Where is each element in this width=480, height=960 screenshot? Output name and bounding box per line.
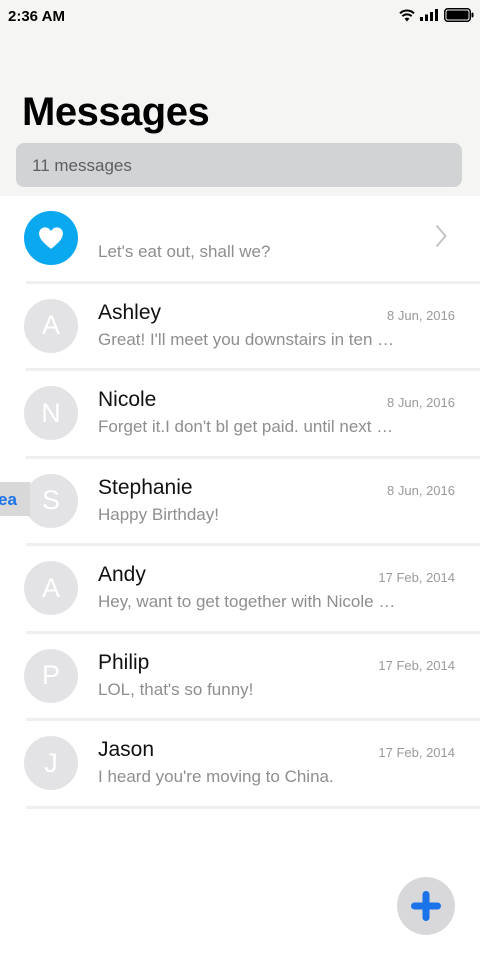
conversation-row[interactable]: N Nicole 8 Jun, 2016 Forget it.I don't b… (0, 371, 480, 459)
plus-icon (411, 891, 441, 921)
avatar: P (24, 648, 78, 703)
wifi-icon (399, 9, 415, 21)
conversation-row[interactable]: S Stephanie 8 Jun, 2016 Happy Birthday! (0, 459, 480, 546)
conversation-row[interactable]: J Jason 17 Feb, 2014 I heard you're movi… (0, 721, 480, 809)
status-bar: 2:36 AM (0, 0, 480, 34)
message-preview: Happy Birthday! (98, 504, 219, 524)
conversation-row[interactable]: A Andy 17 Feb, 2014 Hey, want to get tog… (0, 546, 480, 634)
avatar: J (24, 736, 78, 790)
message-count: 11 messages (32, 156, 132, 175)
message-preview: I heard you're moving to China. (98, 767, 334, 786)
avatar: A (24, 561, 78, 615)
contact-name: Jason (98, 738, 155, 761)
contact-name: Stephanie (98, 475, 193, 499)
message-preview: Great! I'll meet you downstairs in ten m… (98, 329, 398, 349)
search-bar[interactable]: 11 messages (16, 143, 462, 187)
message-preview: Forget it.I don't bl get paid. until nex… (98, 417, 398, 436)
message-preview: Let's eat out, shall we? (98, 242, 271, 261)
message-preview: LOL, that's so funny! (98, 679, 254, 699)
contact-name: Philip (98, 650, 150, 674)
contact-name: Ashley (98, 300, 162, 324)
divider (26, 805, 480, 809)
message-date: 8 Jun, 2016 (387, 482, 455, 498)
contact-name: Andy (98, 563, 146, 586)
avatar: A (24, 298, 78, 353)
page-title: Messages (22, 90, 210, 134)
swipe-action-label: ea (0, 490, 17, 509)
battery-icon (444, 8, 474, 22)
message-date: 17 Feb, 2014 (378, 745, 455, 760)
favorite-avatar (24, 211, 78, 265)
avatar: S (24, 473, 78, 528)
status-icons (399, 8, 474, 22)
signal-icon (420, 9, 438, 21)
conversation-row[interactable]: P Philip 17 Feb, 2014 LOL, that's so fun… (0, 634, 480, 721)
heart-icon (39, 227, 63, 249)
message-preview: Hey, want to get together with Nicole to… (98, 592, 398, 611)
message-date: 8 Jun, 2016 (387, 395, 455, 410)
message-date: 17 Feb, 2014 (378, 570, 455, 585)
conversation-row[interactable]: A Ashley 8 Jun, 2016 Great! I'll meet yo… (0, 284, 480, 371)
compose-button[interactable] (397, 877, 455, 935)
avatar: N (24, 386, 78, 440)
message-date: 17 Feb, 2014 (378, 657, 455, 673)
chevron-right-icon[interactable] (435, 224, 447, 248)
swipe-action-read[interactable]: ea (0, 482, 30, 516)
conversation-row-favorite[interactable]: Let's eat out, shall we? (0, 196, 480, 284)
conversation-list: Let's eat out, shall we? A Ashley 8 Jun,… (0, 196, 480, 809)
contact-name: Nicole (98, 388, 157, 411)
status-time: 2:36 AM (8, 8, 65, 25)
header: Messages 11 messages (0, 34, 480, 196)
message-date: 8 Jun, 2016 (387, 307, 455, 323)
